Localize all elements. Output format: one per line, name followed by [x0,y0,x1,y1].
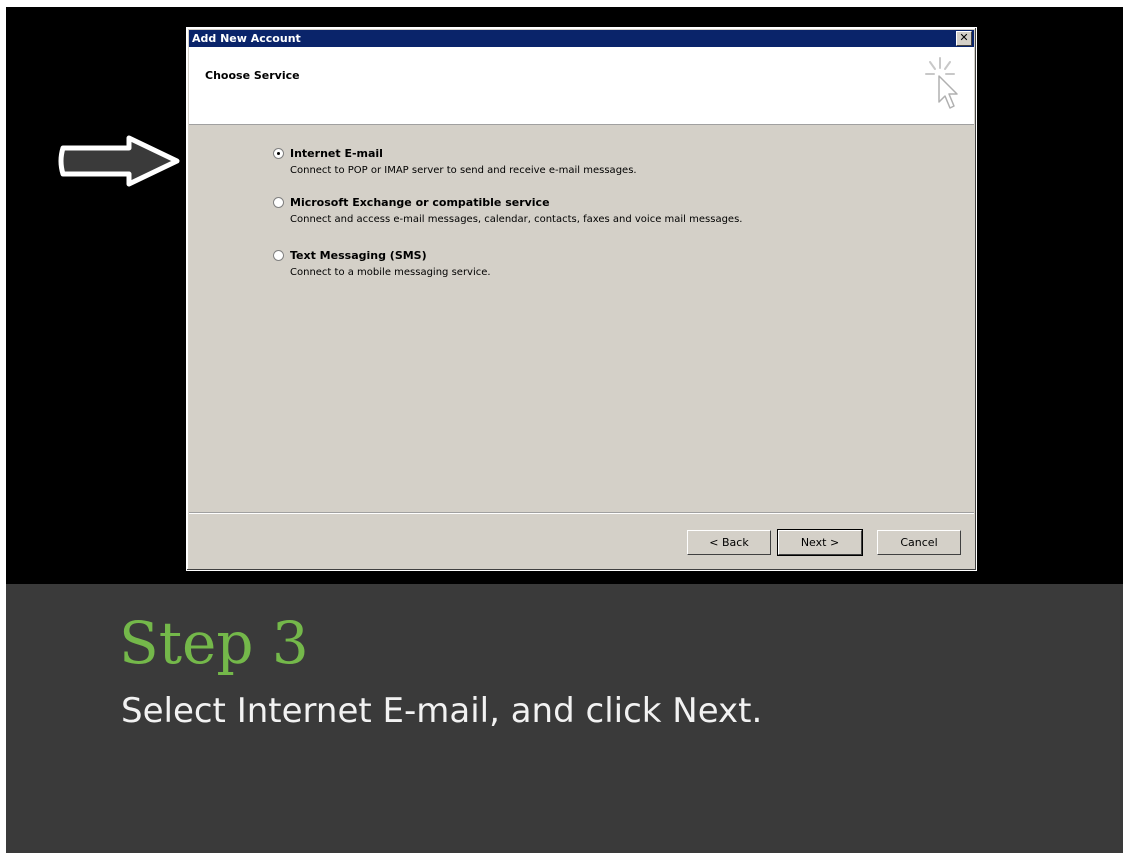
radio-text-messaging[interactable] [273,250,284,261]
option-description: Connect and access e-mail messages, cale… [290,214,743,225]
step-instruction: Select Internet E-mail, and click Next. [121,691,763,731]
title-bar[interactable]: Add New Account ✕ [189,30,974,47]
close-icon: ✕ [959,31,969,44]
option-label: Text Messaging (SMS) [290,249,427,262]
next-button[interactable]: Next > [777,529,863,556]
right-arrow-icon [58,135,180,187]
back-button[interactable]: < Back [687,530,771,555]
radio-internet-email[interactable] [273,148,284,159]
step-title: Step 3 [119,609,309,677]
dialog-title: Add New Account [192,32,301,45]
wizard-header: Choose Service [189,47,974,125]
option-description: Connect to POP or IMAP server to send an… [290,165,637,176]
option-description: Connect to a mobile messaging service. [290,267,491,278]
slide: Add New Account ✕ Choose Service Interne… [6,7,1123,853]
caption-panel: Step 3 Select Internet E-mail, and click… [6,584,1123,853]
button-separator [189,512,974,514]
option-label: Microsoft Exchange or compatible service [290,196,550,209]
radio-microsoft-exchange[interactable] [273,197,284,208]
cancel-button[interactable]: Cancel [877,530,961,555]
close-button[interactable]: ✕ [956,31,972,46]
page-heading: Choose Service [205,69,300,82]
add-new-account-dialog: Add New Account ✕ Choose Service Interne… [186,27,977,571]
cursor-click-icon [925,57,958,109]
option-label: Internet E-mail [290,147,383,160]
